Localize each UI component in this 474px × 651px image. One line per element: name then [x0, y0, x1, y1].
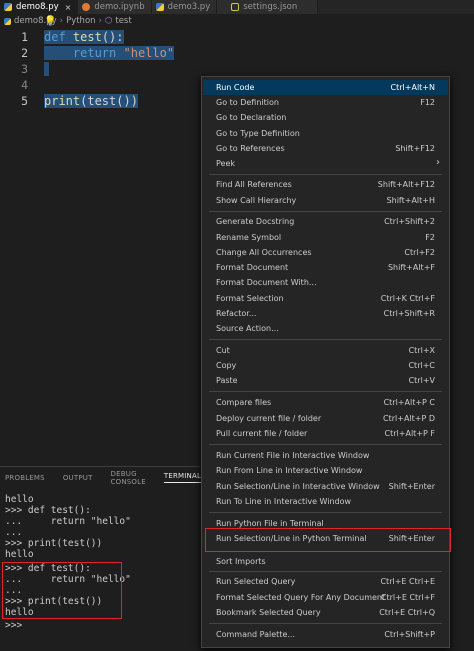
keyword-def: def — [44, 30, 66, 44]
menu-separator — [209, 571, 442, 572]
line-number: 3 — [21, 62, 28, 76]
tab-label: demo8.py — [16, 2, 59, 12]
menu-item-change-all-occurrences[interactable]: Change All Occurrences Ctrl+F2 — [203, 245, 448, 260]
line-number: 2 — [21, 46, 28, 60]
menu-item-show-call-hierarchy[interactable]: Show Call Hierarchy Shift+Alt+H — [203, 193, 448, 208]
tab-demo8-py[interactable]: demo8.py × — [0, 0, 79, 14]
line-number: 5 — [21, 94, 28, 108]
code-line-2[interactable]: 2 return "hello" — [0, 45, 474, 61]
json-icon — [231, 3, 240, 11]
terminal-line: hello — [5, 494, 34, 505]
notebook-icon — [82, 3, 91, 11]
chevron-right-icon: › — [436, 157, 440, 168]
annotation-box — [205, 528, 451, 552]
menu-item-bookmark-selected-query[interactable]: Bookmark Selected Query Ctrl+E Ctrl+Q — [203, 605, 448, 620]
menu-separator — [209, 444, 442, 445]
terminal-line: ... return "hello" — [5, 516, 131, 527]
menu-separator — [209, 623, 442, 624]
menu-item-format-selection[interactable]: Format Selection Ctrl+K Ctrl+F — [203, 291, 448, 306]
call-expression: (test()) — [80, 94, 138, 108]
breadcrumb-language[interactable]: Python — [66, 16, 95, 26]
menu-item-run-selection-interactive[interactable]: Run Selection/Line in Interactive Window… — [203, 479, 448, 494]
context-menu: Run Code Ctrl+Alt+N Go to Definition F12 G… — [201, 76, 451, 648]
menu-item-cut[interactable]: Cut Ctrl+X — [203, 343, 448, 358]
tab-settings-json[interactable]: settings.json — [217, 0, 319, 14]
menu-item-refactor[interactable]: Refactor... Ctrl+Shift+R — [203, 306, 448, 321]
menu-item-run-selected-query[interactable]: Run Selected Query Ctrl+E Ctrl+E — [203, 574, 448, 589]
tab-demo3-py[interactable]: demo3.py — [151, 0, 218, 14]
symbol-icon: ⬡ — [104, 16, 113, 26]
menu-item-copy[interactable]: Copy Ctrl+C — [203, 358, 448, 373]
terminal-line: >>> print(test()) — [5, 538, 103, 549]
line-number: 4 — [21, 78, 28, 92]
menu-item-run-to-line-interactive[interactable]: Run To Line in Interactive Window — [203, 494, 448, 509]
function-name: test — [72, 30, 102, 44]
panel-tab-bar: PROBLEMS OUTPUT DEBUG CONSOLE TERMINAL — [0, 466, 202, 488]
menu-separator — [209, 211, 442, 212]
terminal-line: hello — [5, 549, 34, 560]
python-icon — [155, 3, 164, 11]
close-icon[interactable]: × — [65, 3, 72, 12]
chevron-right-icon: › — [98, 16, 102, 26]
line-number: 1 — [21, 30, 28, 44]
menu-item-pull-current-file[interactable]: Pull current file / folder Ctrl+Alt+P F — [203, 426, 448, 441]
menu-separator — [209, 174, 442, 175]
tab-label: demo.ipynb — [94, 2, 145, 12]
breadcrumb-symbol[interactable]: test — [115, 16, 131, 26]
tab-label: demo3.py — [167, 2, 211, 12]
python-icon — [4, 17, 11, 25]
tab-debug-console[interactable]: DEBUG CONSOLE — [111, 470, 146, 486]
menu-item-run-code[interactable]: Run Code Ctrl+Alt+N — [203, 80, 448, 95]
menu-item-run-from-line-interactive[interactable]: Run From Line in Interactive Window — [203, 463, 448, 478]
function-print: print — [44, 94, 81, 108]
menu-item-go-to-references[interactable]: Go to References Shift+F12 — [203, 141, 448, 156]
breadcrumb: demo8.py › Python › ⬡ test — [0, 14, 474, 28]
string-literal: "hello" — [123, 46, 175, 60]
menu-item-rename-symbol[interactable]: Rename Symbol F2 — [203, 230, 448, 245]
menu-item-source-action[interactable]: Source Action... — [203, 321, 448, 336]
menu-item-command-palette[interactable]: Command Palette... Ctrl+Shift+P — [203, 627, 448, 642]
menu-item-deploy-current-file[interactable]: Deploy current file / folder Ctrl+Alt+P D — [203, 411, 448, 426]
menu-item-sort-imports[interactable]: Sort Imports — [203, 554, 448, 569]
menu-item-compare-files[interactable]: Compare files Ctrl+Alt+P C — [203, 395, 448, 410]
keyword-return: return — [72, 46, 117, 60]
tab-problems[interactable]: PROBLEMS — [5, 474, 45, 482]
tab-demo-ipynb[interactable]: demo.ipynb — [78, 0, 152, 14]
menu-item-go-to-type-definition[interactable]: Go to Type Definition — [203, 126, 448, 141]
lightbulb-icon[interactable]: 💡 — [44, 16, 56, 27]
code-line-1[interactable]: 1 def test(): — [0, 29, 474, 45]
terminal-output[interactable]: hello >>> def test(): ... return "hello"… — [0, 488, 200, 651]
menu-item-generate-docstring[interactable]: Generate Docstring Ctrl+Shift+2 — [203, 214, 448, 229]
tab-label: settings.json — [243, 2, 298, 12]
terminal-line: >>> def test(): — [5, 505, 91, 516]
menu-item-paste[interactable]: Paste Ctrl+V — [203, 373, 448, 388]
terminal-line: ... — [5, 527, 23, 538]
chevron-right-icon: › — [59, 16, 64, 26]
tab-output[interactable]: OUTPUT — [63, 474, 93, 482]
editor-tab-bar: demo8.py × demo.ipynb demo3.py settings.… — [0, 0, 474, 14]
python-icon — [4, 3, 12, 11]
menu-item-run-current-file-interactive[interactable]: Run Current File in Interactive Window — [203, 448, 448, 463]
code-line-3[interactable]: 3 — [0, 61, 474, 77]
menu-item-go-to-declaration[interactable]: Go to Declaration — [203, 110, 448, 125]
tab-terminal[interactable]: TERMINAL — [163, 472, 202, 483]
annotation-box — [2, 562, 122, 619]
menu-separator — [209, 512, 442, 513]
menu-item-peek[interactable]: Peek › — [203, 156, 448, 171]
menu-item-format-selected-query[interactable]: Format Selected Query For Any Document Ct… — [203, 590, 448, 605]
menu-item-format-document-with[interactable]: Format Document With... — [203, 275, 448, 290]
punctuation: (): — [101, 30, 124, 44]
menu-item-format-document[interactable]: Format Document Shift+Alt+F — [203, 260, 448, 275]
menu-separator — [209, 391, 442, 392]
terminal-prompt: >>> — [5, 620, 23, 631]
menu-separator — [209, 339, 442, 340]
menu-item-go-to-definition[interactable]: Go to Definition F12 — [203, 95, 448, 110]
menu-item-find-all-references[interactable]: Find All References Shift+Alt+F12 — [203, 177, 448, 192]
